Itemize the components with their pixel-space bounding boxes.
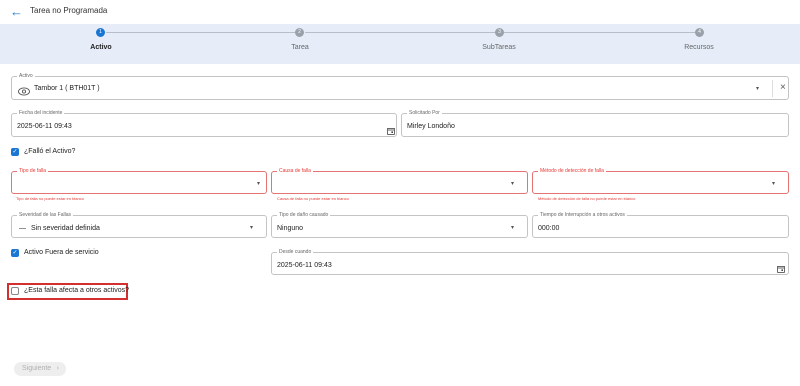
calendar-icon[interactable] [387, 122, 395, 135]
fecha-incidente-label: Fecha del incidente [17, 110, 65, 117]
fecha-incidente-field[interactable]: Fecha del incidente 2025-06-11 09:43 [11, 110, 397, 137]
page-title: Tarea no Programada [30, 6, 108, 15]
fuera-servicio-checkbox[interactable]: ✓ [11, 249, 19, 257]
eye-icon[interactable] [18, 83, 30, 96]
solicitado-por-field[interactable]: Solicitado Por Mirley Londoño [401, 110, 789, 137]
step-1-indicator[interactable]: 1 [96, 28, 105, 37]
tiempo-interrupcion-field[interactable]: Tiempo de Interrupción a otros activos 0… [532, 212, 789, 238]
tiempo-interrupcion-label: Tiempo de Interrupción a otros activos [538, 212, 627, 219]
afecta-otros-label[interactable]: ¿Esta falla afecta a otros activos? [24, 287, 129, 294]
metodo-deteccion-label: Método de detección de falla [538, 168, 606, 175]
step-2-indicator[interactable]: 2 [295, 28, 304, 37]
severidad-select[interactable]: Severidad de las Fallas — Sin severidad … [11, 212, 267, 238]
desde-cuando-field[interactable]: Desde cuando 2025-06-11 09:43 [271, 249, 789, 275]
chevron-down-icon[interactable]: ▾ [772, 180, 775, 187]
step-1-label[interactable]: Activo [90, 44, 111, 51]
solicitado-por-label: Solicitado Por [407, 110, 442, 117]
desde-cuando-value: 2025-06-11 09:43 [277, 262, 332, 269]
fallo-activo-checkbox[interactable]: ✓ [11, 148, 19, 156]
next-button-label: Siguiente [22, 365, 52, 372]
next-button[interactable]: Siguiente › [14, 362, 66, 376]
chevron-down-icon[interactable]: ▾ [511, 180, 514, 187]
causa-falla-label: Causa de falla [277, 168, 313, 175]
fecha-incidente-value: 2025-06-11 09:43 [17, 123, 72, 130]
causa-falla-select[interactable]: Causa de falla ▾ [271, 168, 528, 194]
app-header: ← Tarea no Programada [0, 0, 800, 24]
chevron-right-icon: › [56, 365, 59, 372]
step-3-indicator[interactable]: 3 [495, 28, 504, 37]
step-3-label[interactable]: SubTareas [482, 44, 515, 51]
desde-cuando-label: Desde cuando [277, 249, 314, 256]
fuera-servicio-label[interactable]: Activo Fuera de servicio [24, 249, 99, 256]
tipo-falla-error: Tipo de falla no puede estar en blanco [16, 196, 84, 201]
activo-label: Activo [17, 73, 35, 80]
clear-icon[interactable]: × [780, 82, 786, 94]
stepper: 1 2 3 4 Activo Tarea SubTareas Recursos [0, 24, 800, 64]
dash-icon: — [19, 225, 26, 232]
fallo-activo-label[interactable]: ¿Falló el Activo? [24, 148, 75, 155]
step-2-label[interactable]: Tarea [291, 44, 309, 51]
tipo-dano-label: Tipo de daño causado [277, 212, 331, 219]
metodo-deteccion-select[interactable]: Método de detección de falla ▾ [532, 168, 789, 194]
chevron-down-icon[interactable]: ▾ [756, 85, 759, 92]
tiempo-interrupcion-value: 000:00 [538, 225, 560, 232]
tipo-dano-value: Ninguno [277, 225, 304, 232]
chevron-down-icon[interactable]: ▾ [511, 224, 514, 231]
severidad-value: Sin severidad definida [31, 225, 100, 232]
tipo-falla-label: Tipo de falla [17, 168, 49, 175]
step-connector [305, 32, 495, 33]
causa-falla-error: Causa de falla no puede estar en blanco [277, 196, 349, 201]
divider [772, 80, 773, 97]
severidad-label: Severidad de las Fallas [17, 212, 73, 219]
metodo-deteccion-error: Método de detección de falla no puede es… [538, 196, 636, 201]
activo-value: Tambor 1 ( BTH01T ) [34, 85, 100, 92]
tipo-falla-select[interactable]: Tipo de falla ▾ [11, 168, 267, 194]
step-connector [106, 32, 295, 33]
step-connector [504, 32, 695, 33]
solicitado-por-value: Mirley Londoño [407, 123, 455, 130]
chevron-down-icon[interactable]: ▾ [250, 224, 253, 231]
calendar-icon[interactable] [777, 260, 785, 273]
chevron-down-icon[interactable]: ▾ [257, 180, 260, 187]
step-4-indicator[interactable]: 4 [695, 28, 704, 37]
tipo-dano-select[interactable]: Tipo de daño causado Ninguno ▾ [271, 212, 528, 238]
step-4-label[interactable]: Recursos [684, 44, 714, 51]
back-arrow-icon[interactable]: ← [10, 5, 24, 19]
afecta-otros-checkbox[interactable] [11, 287, 19, 295]
activo-select[interactable]: Activo Tambor 1 ( BTH01T ) ▾ × [11, 73, 789, 100]
